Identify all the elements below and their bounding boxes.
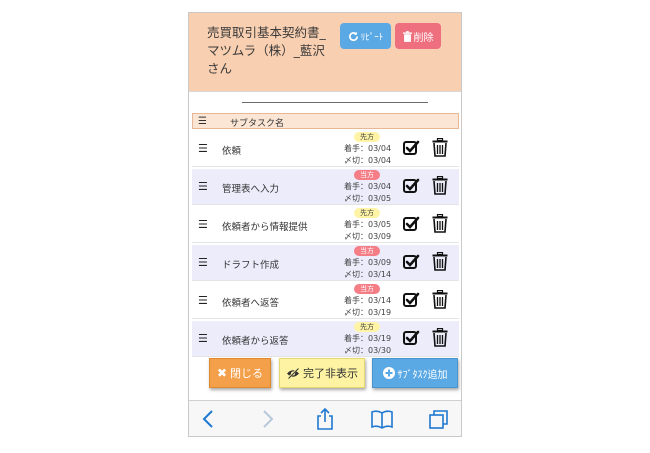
subtask-name[interactable]: 依頼 bbox=[222, 143, 241, 157]
subtask-row[interactable]: ☰ ドラフト作成 当方 着手：03/09 〆切：03/14 bbox=[192, 245, 459, 281]
start-date: 着手：03/04 bbox=[344, 182, 392, 191]
checkbox-checked-icon[interactable] bbox=[402, 291, 420, 309]
trash-icon[interactable] bbox=[432, 214, 448, 233]
eye-slash-icon bbox=[287, 367, 299, 379]
subtask-name[interactable]: 依頼者から返答 bbox=[222, 333, 289, 347]
subtask-list[interactable]: ☰ 依頼 先方 着手：03/04 〆切：03/04 ☰ 管理表へ入力 当方 着手… bbox=[192, 131, 459, 361]
tabs-icon[interactable] bbox=[427, 408, 451, 430]
priority-badge: 先方 bbox=[354, 322, 380, 332]
refresh-icon bbox=[348, 31, 358, 41]
trash-icon[interactable] bbox=[432, 290, 448, 309]
forward-icon[interactable] bbox=[255, 408, 279, 430]
trash-icon[interactable] bbox=[432, 138, 448, 157]
subtask-name[interactable]: ドラフト作成 bbox=[222, 257, 279, 271]
due-date: 〆切：03/05 bbox=[344, 194, 392, 203]
drag-handle-icon[interactable]: ☰ bbox=[198, 294, 208, 307]
share-icon[interactable] bbox=[313, 408, 337, 430]
subtask-row[interactable]: ☰ 管理表へ入力 当方 着手：03/04 〆切：03/05 bbox=[192, 169, 459, 205]
drag-handle-icon[interactable]: ☰ bbox=[198, 332, 208, 345]
column-header-subtask-name: サブタスク名 bbox=[230, 119, 285, 129]
subtask-name[interactable]: 依頼者へ返答 bbox=[222, 295, 279, 309]
drag-handle-icon[interactable]: ☰ bbox=[198, 142, 208, 155]
menu-icon: ☰ bbox=[198, 116, 207, 127]
close-button[interactable]: ✖ 閉じる bbox=[209, 358, 271, 388]
add-subtask-button[interactable]: ｻﾌﾞﾀｽｸ追加 bbox=[372, 358, 458, 388]
close-icon: ✖ bbox=[216, 366, 228, 380]
repeat-button[interactable]: ﾘﾋﾟｰﾄ bbox=[340, 23, 391, 49]
start-date: 着手：03/14 bbox=[344, 296, 392, 305]
priority-badge: 当方 bbox=[354, 170, 380, 180]
browser-toolbar bbox=[189, 400, 461, 436]
trash-icon[interactable] bbox=[432, 328, 448, 347]
checkbox-checked-icon[interactable] bbox=[402, 253, 420, 271]
drag-handle-icon[interactable]: ☰ bbox=[198, 218, 208, 231]
priority-badge: 先方 bbox=[354, 208, 380, 218]
subtask-row[interactable]: ☰ 依頼者へ返答 当方 着手：03/14 〆切：03/19 bbox=[192, 283, 459, 319]
close-button-label: 閉じる bbox=[230, 367, 264, 380]
subtask-row[interactable]: ☰ 依頼者から情報提供 先方 着手：03/05 〆切：03/09 bbox=[192, 207, 459, 243]
trash-icon[interactable] bbox=[432, 176, 448, 195]
delete-button[interactable]: 削除 bbox=[395, 23, 441, 49]
due-date: 〆切：03/04 bbox=[344, 156, 392, 165]
checkbox-checked-icon[interactable] bbox=[402, 215, 420, 233]
repeat-button-label: ﾘﾋﾟｰﾄ bbox=[360, 32, 384, 43]
priority-badge: 先方 bbox=[354, 132, 380, 142]
drag-handle-icon[interactable]: ☰ bbox=[198, 180, 208, 193]
due-date: 〆切：03/19 bbox=[344, 308, 392, 317]
subtask-name[interactable]: 管理表へ入力 bbox=[222, 181, 279, 195]
subtask-table-header: ☰ サブタスク名 bbox=[192, 113, 459, 129]
subtask-row[interactable]: ☰ 依頼者から返答 先方 着手：03/19 〆切：03/30 bbox=[192, 321, 459, 357]
trash-icon bbox=[402, 30, 412, 42]
task-header: 売買取引基本契約書_マツムラ（株）_藍沢さん ﾘﾋﾟｰﾄ 削除 bbox=[189, 13, 461, 91]
subtask-row[interactable]: ☰ 依頼 先方 着手：03/04 〆切：03/04 bbox=[192, 131, 459, 167]
subtask-name[interactable]: 依頼者から情報提供 bbox=[222, 219, 308, 233]
start-date: 着手：03/04 bbox=[344, 144, 392, 153]
hide-completed-button-label: 完了非表示 bbox=[303, 367, 358, 380]
priority-badge: 当方 bbox=[354, 284, 380, 294]
due-date: 〆切：03/30 bbox=[344, 346, 392, 355]
due-date: 〆切：03/09 bbox=[344, 232, 392, 241]
checkbox-checked-icon[interactable] bbox=[402, 139, 420, 157]
start-date: 着手：03/19 bbox=[344, 334, 392, 343]
bookmarks-icon[interactable] bbox=[370, 408, 394, 430]
start-date: 着手：03/05 bbox=[344, 220, 392, 229]
phone-screen: 売買取引基本契約書_マツムラ（株）_藍沢さん ﾘﾋﾟｰﾄ 削除 ☰ サブタスク名… bbox=[188, 12, 462, 437]
back-icon[interactable] bbox=[197, 408, 221, 430]
checkbox-checked-icon[interactable] bbox=[402, 177, 420, 195]
priority-badge: 当方 bbox=[354, 246, 380, 256]
divider-line bbox=[242, 102, 428, 103]
trash-icon[interactable] bbox=[432, 252, 448, 271]
start-date: 着手：03/09 bbox=[344, 258, 392, 267]
hide-completed-button[interactable]: 完了非表示 bbox=[279, 358, 365, 388]
add-subtask-button-label: ｻﾌﾞﾀｽｸ追加 bbox=[397, 369, 448, 381]
task-title: 売買取引基本契約書_マツムラ（株）_藍沢さん bbox=[207, 25, 326, 76]
header-divider bbox=[189, 91, 461, 92]
drag-handle-icon[interactable]: ☰ bbox=[198, 256, 208, 269]
plus-circle-icon bbox=[382, 367, 395, 379]
delete-button-label: 削除 bbox=[413, 32, 434, 44]
checkbox-checked-icon[interactable] bbox=[402, 329, 420, 347]
due-date: 〆切：03/14 bbox=[344, 270, 392, 279]
